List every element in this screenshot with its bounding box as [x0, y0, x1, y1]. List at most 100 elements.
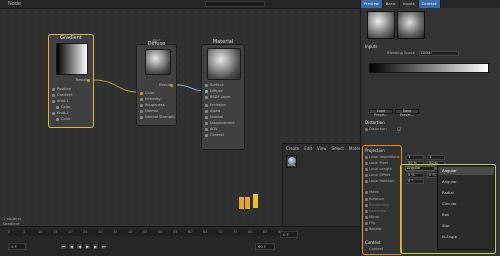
port-dot[interactable] [52, 88, 55, 91]
port-dot[interactable] [140, 92, 143, 95]
port-dot[interactable] [205, 116, 208, 119]
timeline-tick: 75 [233, 230, 238, 234]
port-dot[interactable] [52, 100, 55, 103]
timeline-tick: 15 [53, 230, 58, 234]
diffuse-port-roughness[interactable]: Roughness [137, 103, 176, 108]
material-port-bsdf-layer[interactable]: BSDF Layer [202, 95, 244, 100]
material-port-emission[interactable]: Emission [202, 103, 244, 108]
prev-frame-button[interactable]: ◀ [76, 243, 83, 250]
swatch-orange-b [245, 197, 250, 209]
gradient-node-preview [56, 43, 88, 75]
timeline-ruler[interactable]: 0 5 10 15 20 25 30 35 40 45 50 55 60 65 … [8, 230, 288, 236]
diffuse-port-color[interactable]: Color [137, 91, 176, 96]
timeline[interactable]: 0 5 10 15 20 25 30 35 40 45 50 55 60 65 … [0, 226, 360, 256]
menu-view[interactable]: View [317, 146, 327, 151]
gradient-editor[interactable] [369, 63, 489, 73]
diffuse-node-output[interactable]: Result [159, 83, 173, 87]
gradient-port-gradient[interactable]: Gradient [49, 93, 93, 98]
timeline-tick: 85 [263, 230, 268, 234]
port-dot[interactable] [56, 106, 59, 109]
port-dot[interactable] [140, 104, 143, 107]
port-dot[interactable] [52, 94, 55, 97]
distortion-row: Distortion [361, 127, 500, 133]
save-preset-button[interactable]: Save Preset... [395, 109, 419, 116]
node-search-input[interactable] [205, 1, 265, 7]
port-dot[interactable] [205, 122, 208, 125]
material-port-surface[interactable]: Surface [202, 83, 244, 88]
preview-sphere-a [367, 11, 395, 39]
port-dot[interactable] [205, 128, 208, 131]
port-dot[interactable] [56, 118, 59, 121]
diffuse-output-port[interactable] [170, 84, 173, 87]
port-label: Color [61, 117, 71, 121]
port-dot[interactable] [52, 112, 55, 115]
distortion-label: Distortion [369, 127, 387, 131]
material-port-displacement[interactable]: Displacement [202, 121, 244, 126]
diffuse-port-normal[interactable]: Normal [137, 109, 176, 114]
blending-space-select[interactable]: Linear [419, 51, 459, 56]
menu-create[interactable]: Create [286, 146, 299, 151]
frame-current-field[interactable]: 0 F [280, 231, 298, 238]
port-dot[interactable] [140, 98, 143, 101]
timeline-tick: 0 [8, 230, 11, 234]
projection-value-1[interactable]: 1 [406, 155, 424, 160]
distortion-section-header[interactable]: Distortion [365, 120, 385, 125]
prev-key-button[interactable]: ◀ [68, 243, 75, 250]
go-to-start-button[interactable]: ⏮ [60, 243, 67, 250]
frame-start-field[interactable]: 0 F [8, 243, 26, 250]
swatch-yellow [253, 194, 258, 208]
gradient-output-port[interactable] [87, 79, 90, 82]
material-manager-menu: Create Edit View Select Material [286, 146, 365, 151]
tab-inputs[interactable]: Inputs [399, 0, 419, 8]
gradient-node[interactable]: Gradient Result Position Gradient Knot.1… [48, 34, 94, 128]
timeline-tick: 20 [68, 230, 73, 234]
timeline-tick: 80 [248, 230, 253, 234]
port-dot[interactable] [205, 84, 208, 87]
distortion-checkbox[interactable] [397, 127, 401, 132]
material-manager: Create Edit View Select Material Node [239, 143, 365, 226]
port-dot[interactable] [205, 134, 208, 137]
diffuse-port-normal-strength[interactable]: Normal Strength [137, 115, 176, 120]
blending-space-row: Blending Space Linear [361, 51, 500, 57]
material-port-normal[interactable]: Normal [202, 115, 244, 120]
highlight-green-box [400, 164, 496, 254]
frame-end-field[interactable]: 90 F [255, 243, 275, 250]
port-dot[interactable] [140, 116, 143, 119]
inputs-section-header[interactable]: Inputs [365, 44, 377, 49]
timeline-tick: 50 [158, 230, 163, 234]
port-label: AOV [210, 127, 218, 131]
next-frame-button[interactable]: ▶ [92, 243, 99, 250]
gradient-port-knot1[interactable]: Knot.1 [49, 99, 93, 104]
gradient-port-position[interactable]: Position [49, 87, 93, 92]
material-node[interactable]: Material Surface Diffuse BSDF Layer Emis… [201, 39, 245, 150]
port-label: Gradient [57, 93, 73, 97]
menu-edit[interactable]: Edit [304, 146, 312, 151]
highlight-orange-box [362, 145, 402, 255]
material-port-context[interactable]: Context [202, 133, 244, 138]
menu-select[interactable]: Select [332, 146, 344, 151]
port-dot[interactable] [205, 90, 208, 93]
go-to-end-button[interactable]: ⏭ [100, 243, 107, 250]
material-port-aov[interactable]: AOV [202, 127, 244, 132]
gradient-port-color1[interactable]: Color [49, 105, 93, 110]
port-dot[interactable] [205, 104, 208, 107]
port-dot[interactable] [205, 96, 208, 99]
material-thumbnail[interactable]: Node [286, 155, 297, 168]
gradient-port-knot2[interactable]: Knot.2 [49, 111, 93, 116]
material-port-diffuse[interactable]: Diffuse [202, 89, 244, 94]
wire-gradient-to-diffuse-color [93, 79, 137, 93]
diffuse-node[interactable]: BSDF Diffuse Result Color Intensity Roug… [136, 38, 177, 126]
tab-preview[interactable]: Preview [361, 0, 383, 8]
port-dot[interactable] [140, 110, 143, 113]
projection-value-2[interactable]: 1 [427, 155, 445, 160]
gradient-port-color2[interactable]: Color [49, 117, 93, 122]
port-dot[interactable] [205, 110, 208, 113]
diffuse-port-intensity[interactable]: Intensity [137, 97, 176, 102]
gradient-node-output[interactable]: Result [75, 78, 90, 82]
tab-context[interactable]: Context [418, 0, 441, 8]
material-port-alpha[interactable]: Alpha [202, 109, 244, 114]
gradient-output-label: Result [75, 78, 87, 82]
load-preset-button[interactable]: Load Preset... [369, 109, 393, 116]
play-button[interactable]: ▶ [84, 243, 91, 250]
tab-basic[interactable]: Basic [382, 0, 400, 8]
